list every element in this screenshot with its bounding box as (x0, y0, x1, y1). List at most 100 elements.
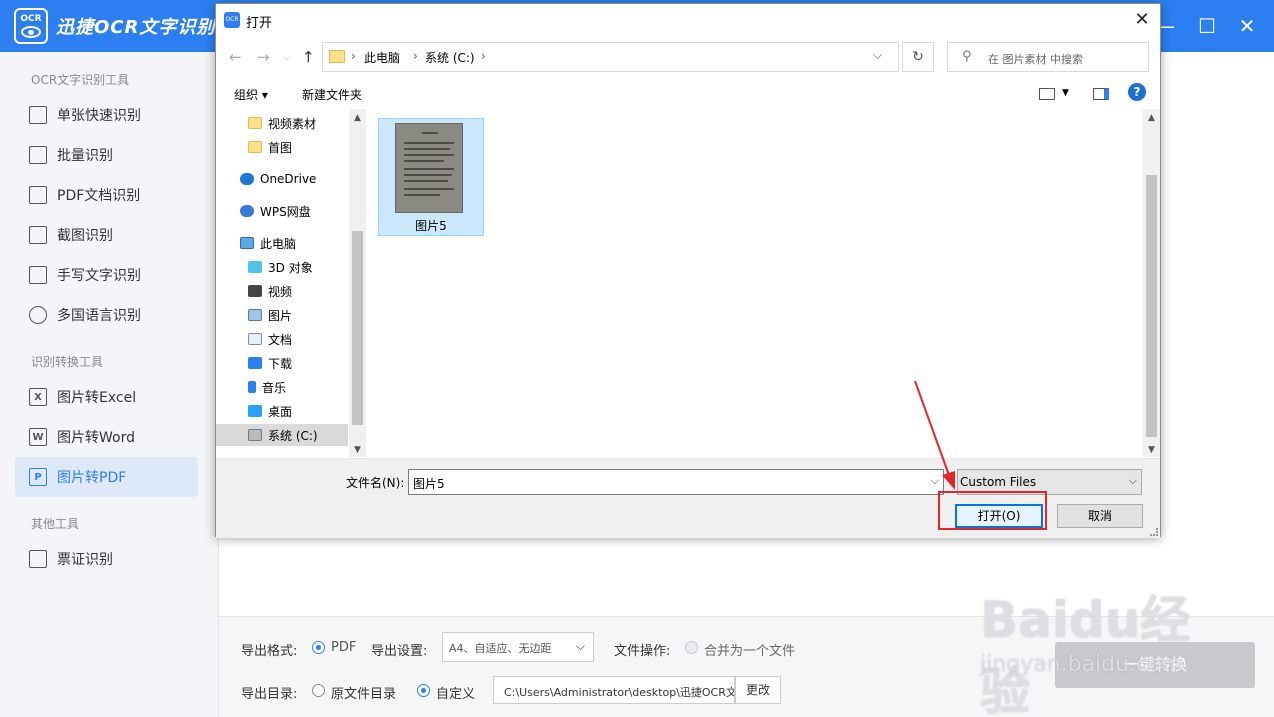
merge-file-radio[interactable] (685, 641, 698, 654)
up-arrow-icon[interactable]: ↑ (302, 48, 315, 66)
scroll-up-icon[interactable]: ▲ (349, 113, 365, 123)
recent-chevron-icon[interactable]: ⌵ (283, 53, 290, 63)
export-format-label: 导出格式: (241, 644, 298, 659)
export-settings-select[interactable]: A4、自适应、无边距 ⌵ (442, 632, 594, 662)
resize-grip-icon[interactable] (1150, 528, 1158, 536)
dir-custom-radio[interactable] (417, 684, 430, 697)
format-pdf-radio[interactable] (312, 641, 325, 654)
dialog-nav-row: ← → ⌵ ↑ › 此电脑 › 系统 (C:) › ⌵ ↻ ⚲ 在 图片素材 中… (216, 39, 1160, 75)
nav-item-label: WPS网盘 (260, 204, 311, 219)
nav-item-drive-c[interactable]: 系统 (C:) (216, 424, 348, 446)
files-scroll-thumb[interactable] (1146, 175, 1157, 437)
filename-value: 图片5 (413, 477, 445, 491)
forward-arrow-icon[interactable]: → (257, 48, 270, 66)
nav-item-label: 3D 对象 (268, 260, 313, 275)
picture-icon (248, 309, 262, 321)
sidebar-item-batch[interactable]: 批量识别 (15, 135, 198, 175)
sidebar-item-handwriting[interactable]: 手写文字识别 (15, 255, 198, 295)
address-dropdown-icon[interactable]: ⌵ (873, 48, 882, 63)
nav-item-label: 首图 (268, 140, 293, 155)
sidebar-item-to-pdf[interactable]: P 图片转PDF (15, 457, 198, 497)
nav-item-downloads[interactable]: 下载 (216, 352, 348, 374)
pdf-p-icon: P (29, 468, 47, 486)
cancel-button[interactable]: 取消 (1057, 504, 1143, 528)
nav-item-music[interactable]: 音乐 (216, 376, 348, 398)
breadcrumb-sep: › (351, 49, 356, 63)
section-ocr-tools: OCR文字识别工具 (31, 73, 130, 87)
breadcrumb-this-pc[interactable]: 此电脑 (364, 49, 400, 66)
nav-scrollbar[interactable]: ▲ ▼ (349, 109, 365, 457)
sidebar-item-card[interactable]: 票证识别 (15, 539, 198, 579)
sidebar-item-to-excel[interactable]: X 图片转Excel (15, 377, 198, 417)
nav-item-label: 桌面 (268, 404, 293, 419)
view-options-icon[interactable] (1039, 88, 1055, 100)
download-icon (248, 357, 262, 369)
nav-item-3d-objects[interactable]: 3D 对象 (216, 256, 348, 278)
sidebar-item-label: 图片转Excel (57, 390, 137, 406)
scroll-down-icon[interactable]: ▼ (349, 445, 365, 455)
address-bar[interactable]: › 此电脑 › 系统 (C:) › ⌵ (322, 42, 899, 72)
filename-input[interactable]: 图片5 ⌵ (408, 469, 944, 495)
nav-item-onedrive[interactable]: OneDrive (216, 168, 348, 190)
chevron-down-icon[interactable]: ⌵ (931, 474, 939, 488)
nav-item-wps-cloud[interactable]: WPS网盘 (216, 200, 348, 222)
dialog-close-button[interactable]: ✕ (1130, 8, 1154, 32)
back-arrow-icon[interactable]: ← (229, 48, 242, 66)
search-box[interactable]: ⚲ 在 图片素材 中搜索 (947, 42, 1149, 72)
annotation-highlight-box (938, 491, 1047, 530)
help-icon[interactable]: ? (1128, 83, 1146, 101)
breadcrumb-drive-c[interactable]: 系统 (C:) (425, 49, 475, 66)
sidebar-item-screenshot[interactable]: 截图识别 (15, 215, 198, 255)
sidebar-item-label: PDF文档识别 (57, 188, 141, 204)
new-folder-button[interactable]: 新建文件夹 (302, 86, 362, 103)
filename-label: 文件名(N): (346, 476, 405, 490)
export-dir-input[interactable]: C:\Users\Administrator\desktop\迅捷OCR文 (493, 676, 735, 704)
scroll-down-icon[interactable]: ▼ (1143, 445, 1160, 455)
nav-item-videos[interactable]: 视频 (216, 280, 348, 302)
pen-icon (29, 266, 47, 284)
maximize-button[interactable]: ☐ (1191, 10, 1223, 42)
cube-icon (248, 261, 262, 273)
nav-item-video-material[interactable]: 视频素材 (216, 112, 348, 134)
dir-original-radio[interactable] (312, 684, 325, 697)
sidebar-item-multilang[interactable]: 多国语言识别 (15, 295, 198, 335)
chevron-down-icon: ⌵ (1128, 474, 1137, 487)
globe-icon (29, 306, 47, 324)
preview-pane-icon[interactable] (1093, 88, 1109, 100)
dialog-toolbar: 组织 ▾ 新建文件夹 ▼ ? (216, 78, 1160, 108)
close-button[interactable]: ✕ (1231, 10, 1263, 42)
folder-icon (329, 50, 345, 63)
music-icon (248, 381, 256, 393)
file-item-image5[interactable]: 图片5 (378, 118, 484, 236)
scroll-up-icon[interactable]: ▲ (1143, 113, 1160, 123)
nav-item-cover[interactable]: 首图 (216, 136, 348, 158)
sidebar-item-to-word[interactable]: W 图片转Word (15, 417, 198, 457)
change-dir-button[interactable]: 更改 (735, 676, 781, 704)
dialog-app-icon: OCR (224, 12, 240, 28)
nav-item-desktop[interactable]: 桌面 (216, 400, 348, 422)
files-scrollbar[interactable]: ▲ ▼ (1143, 109, 1160, 457)
view-dropdown-icon[interactable]: ▼ (1062, 88, 1069, 98)
nav-item-documents[interactable]: 文档 (216, 328, 348, 350)
format-pdf-label: PDF (331, 640, 357, 655)
export-dir-label: 导出目录: (241, 687, 298, 702)
breadcrumb-sep: › (413, 49, 418, 63)
dir-original-label: 原文件目录 (331, 687, 397, 702)
refresh-button[interactable]: ↻ (902, 42, 934, 72)
export-settings-label: 导出设置: (371, 644, 428, 659)
organize-menu[interactable]: 组织 ▾ (234, 86, 268, 103)
nav-item-pictures[interactable]: 图片 (216, 304, 348, 326)
ocr-logo-icon: OCR (14, 8, 48, 44)
sidebar-item-label: 单张快速识别 (57, 108, 141, 124)
nav-item-label: 视频素材 (268, 116, 317, 131)
sidebar-item-label: 图片转Word (57, 430, 135, 446)
nav-scroll-thumb[interactable] (352, 231, 363, 425)
sidebar-item-pdf-recognize[interactable]: PDF文档识别 (15, 175, 198, 215)
nav-item-label: OneDrive (260, 172, 317, 186)
sidebar-item-single-recognize[interactable]: 单张快速识别 (15, 95, 198, 135)
search-placeholder: 在 图片素材 中搜索 (988, 53, 1083, 66)
word-icon: W (29, 428, 47, 446)
nav-item-this-pc[interactable]: 此电脑 (216, 232, 348, 254)
sidebar-item-label: 图片转PDF (57, 470, 127, 486)
baidu-watermark: Baidu经验 jingyan.baidu.com (975, 580, 1215, 717)
